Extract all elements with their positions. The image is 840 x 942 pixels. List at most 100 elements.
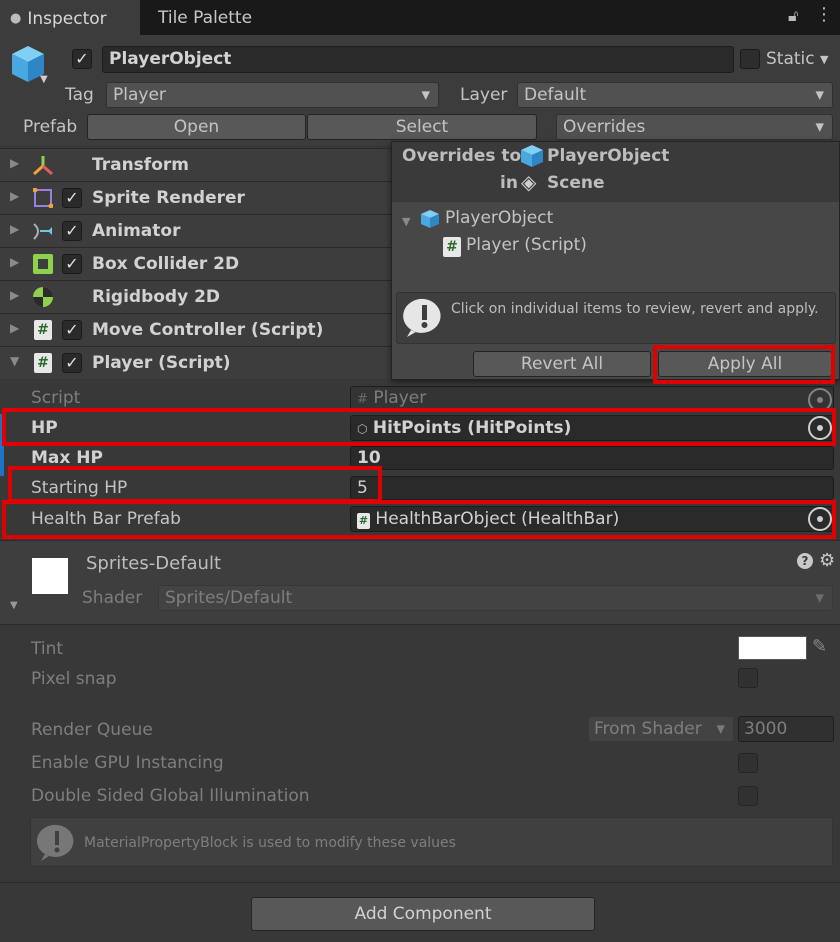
component-label: Sprite Renderer — [92, 188, 245, 208]
tree-child-item[interactable]: Player (Script) — [466, 235, 587, 255]
revert-all-button[interactable]: Revert All — [473, 351, 651, 377]
enabled-checkbox[interactable]: ✓ — [62, 320, 82, 340]
enabled-checkbox[interactable]: ✓ — [62, 254, 82, 274]
tint-color-swatch[interactable] — [738, 636, 807, 660]
tab-tile-palette-label: Tile Palette — [158, 7, 253, 28]
dsgi-checkbox[interactable] — [738, 786, 758, 806]
rigidbody-icon — [33, 287, 53, 307]
popup-title-prefix: Overrides to — [402, 146, 522, 166]
script-label: Script — [31, 388, 81, 408]
script-field: # Player — [350, 386, 834, 410]
overrides-label: Overrides — [563, 117, 646, 137]
menu-icon[interactable]: ⋮ — [815, 4, 833, 25]
maxhp-field[interactable]: 10 — [350, 446, 834, 470]
fold-arrow-icon[interactable]: ▶ — [10, 288, 19, 302]
pixel-snap-checkbox[interactable] — [738, 668, 758, 688]
fold-arrow-icon[interactable]: ▶ — [10, 222, 19, 236]
fold-arrow-icon[interactable]: ▶ — [10, 156, 19, 170]
info-warning-icon — [37, 824, 74, 861]
add-component-label: Add Component — [354, 904, 492, 924]
material-info-box: MaterialPropertyBlock is used to modify … — [30, 817, 833, 867]
component-label: Transform — [92, 155, 189, 175]
layer-dropdown[interactable]: Default ▼ — [517, 82, 833, 108]
revert-all-label: Revert All — [520, 354, 604, 374]
shader-dropdown: Sprites/Default ▼ — [158, 585, 833, 611]
help-icon[interactable]: ? — [797, 553, 813, 569]
static-dropdown-icon[interactable]: ▼ — [820, 53, 828, 66]
tag-dropdown[interactable]: Player ▼ — [106, 82, 439, 108]
tab-tile-palette[interactable]: Tile Palette — [148, 0, 262, 35]
material-name: Sprites-Default — [86, 553, 222, 574]
info-icon: ● — [10, 11, 22, 26]
shader-label: Shader — [82, 588, 143, 608]
info-warning-icon — [403, 298, 441, 337]
active-checkbox[interactable]: ✓ — [72, 49, 92, 69]
highlight-healthbar — [2, 500, 836, 539]
eyedropper-icon[interactable]: ✎ — [812, 636, 827, 657]
select-label: Select — [395, 117, 449, 137]
gear-icon[interactable]: ⚙ — [819, 550, 835, 571]
highlight-hp — [2, 408, 836, 446]
object-name-text: PlayerObject — [109, 49, 232, 69]
layer-value: Default — [524, 85, 587, 105]
prefab-label: Prefab — [23, 117, 78, 137]
tree-root-item[interactable]: PlayerObject — [445, 208, 553, 228]
add-component-button[interactable]: Add Component — [251, 897, 595, 931]
highlight-apply-all — [653, 345, 835, 384]
sprite-renderer-icon — [33, 188, 53, 208]
fold-arrow-icon[interactable]: ▶ — [10, 321, 19, 335]
component-label: Box Collider 2D — [92, 254, 240, 274]
popup-title-object: PlayerObject — [547, 146, 670, 166]
script-value: Player — [373, 388, 427, 408]
gpu-instancing-checkbox[interactable] — [738, 753, 758, 773]
tag-value: Player — [113, 85, 166, 105]
render-queue-value: 3000 — [744, 719, 788, 739]
component-label: Player (Script) — [92, 353, 231, 373]
maxhp-value: 10 — [357, 448, 381, 468]
tab-inspector[interactable]: ● Inspector — [0, 0, 140, 35]
open-label: Open — [173, 117, 220, 137]
enabled-checkbox[interactable]: ✓ — [62, 188, 82, 208]
static-label: Static — [766, 49, 815, 69]
popup-info-box: Click on individual items to review, rev… — [396, 292, 836, 344]
static-checkbox[interactable] — [740, 49, 760, 69]
chevron-down-icon: ▼ — [716, 722, 725, 736]
prefab-open-button[interactable]: Open — [87, 114, 306, 140]
prefab-cube-icon — [421, 210, 439, 228]
enabled-checkbox[interactable]: ✓ — [62, 353, 82, 373]
popup-title-scene: Scene — [547, 173, 605, 193]
tab-bar: ● Inspector Tile Palette 🔓︎ ⋮ — [0, 0, 840, 35]
component-label: Rigidbody 2D — [92, 287, 221, 307]
render-queue-dropdown[interactable]: From Shader ▼ — [588, 716, 734, 742]
chevron-down-icon: ▼ — [815, 120, 824, 134]
script-icon: # — [443, 237, 461, 257]
prefab-cube-icon — [521, 145, 543, 167]
prefab-overrides-dropdown[interactable]: Overrides ▼ — [556, 114, 833, 140]
lock-icon[interactable]: 🔓︎ — [788, 6, 798, 26]
material-info-text: MaterialPropertyBlock is used to modify … — [84, 835, 456, 851]
chevron-down-icon[interactable]: ▼ — [40, 74, 48, 85]
tree-fold-icon[interactable]: ▼ — [402, 215, 410, 228]
tag-label: Tag — [65, 85, 94, 105]
tint-label: Tint — [31, 639, 64, 659]
material-preview — [32, 558, 68, 594]
starthp-field[interactable]: 5 — [350, 476, 834, 500]
highlight-starthp — [8, 466, 382, 503]
fold-arrow-icon[interactable]: ▶ — [10, 189, 19, 203]
layer-label: Layer — [460, 85, 508, 105]
tab-inspector-label: Inspector — [27, 8, 107, 29]
script-icon: # — [357, 392, 368, 407]
enabled-checkbox[interactable]: ✓ — [62, 221, 82, 241]
pixel-snap-label: Pixel snap — [31, 669, 117, 689]
object-name-field[interactable]: PlayerObject — [102, 46, 734, 73]
popup-info-text: Click on individual items to review, rev… — [451, 301, 819, 317]
render-queue-field[interactable]: 3000 — [738, 716, 834, 742]
chevron-down-icon: ▼ — [421, 88, 430, 102]
prefab-select-button[interactable]: Select — [307, 114, 537, 140]
fold-arrow-icon[interactable]: ▼ — [10, 354, 19, 368]
fold-arrow-icon[interactable]: ▶ — [10, 255, 19, 269]
box-collider-icon — [33, 254, 53, 274]
popup-title-in: in — [500, 173, 518, 193]
fold-arrow-icon[interactable]: ▼ — [10, 600, 18, 611]
script-icon: # — [34, 353, 52, 373]
